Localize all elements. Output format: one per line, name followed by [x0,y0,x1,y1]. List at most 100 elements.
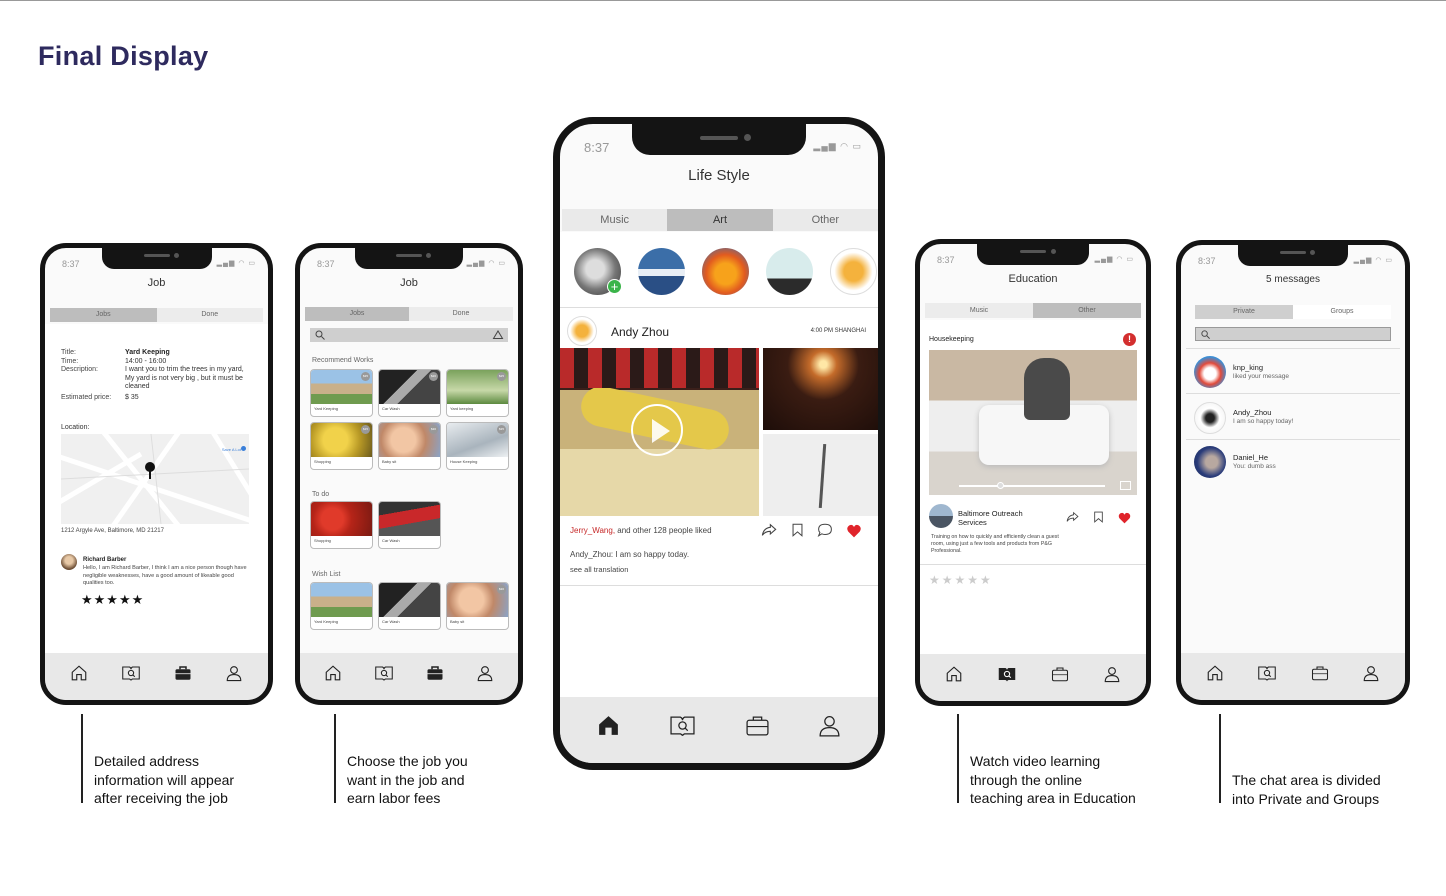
profile-icon[interactable] [817,713,842,738]
map-streets [61,434,249,524]
search-bar[interactable] [1195,327,1391,341]
message-row[interactable]: Andy_Zhou I am so happy today! [1186,395,1400,440]
briefcase-icon[interactable] [1311,664,1329,682]
home-icon[interactable] [70,664,88,682]
profile-icon[interactable] [225,664,243,682]
story-avatar[interactable] [702,248,749,295]
tab-bar: Music Art Other [562,209,878,231]
post-image-night[interactable] [763,348,878,430]
briefcase-icon[interactable] [1051,665,1069,683]
tab-other[interactable]: Other [772,209,878,231]
story-avatar[interactable] [766,248,813,295]
translation-link[interactable]: see all translation [570,565,628,574]
tab-music[interactable]: Music [925,303,1033,318]
review-stars: ★★★★★ [81,592,145,607]
profile-icon[interactable] [1103,665,1121,683]
heart-icon[interactable] [846,524,862,538]
fullscreen-icon[interactable] [1120,481,1131,490]
filter-icon[interactable] [492,329,504,341]
book-search-icon[interactable] [668,713,697,738]
book-search-icon[interactable] [997,665,1017,683]
provider-name[interactable]: Baltimore Outreach Services [958,509,1048,527]
section-wishlist: Wish List [312,571,341,578]
phone-messages: 8:37 ▂▄▆ ◠ ▭ 5 messages Private Groups k… [1176,240,1410,705]
message-row[interactable]: knp_king liked your message [1186,349,1400,394]
author-name[interactable]: Andy Zhou [611,325,669,339]
reviewer-name: Richard Barber [83,557,127,563]
share-icon[interactable] [1066,511,1079,523]
home-icon[interactable] [596,713,621,738]
alert-icon[interactable]: ! [1123,333,1136,346]
course-rating[interactable]: ★★★★★ [929,573,993,587]
price-badge: $30 [429,425,438,434]
job-card[interactable]: Car Wash [378,501,441,549]
avatar [1194,402,1226,434]
book-search-icon[interactable] [374,664,394,682]
book-search-icon[interactable] [121,664,141,682]
message-preview: liked your message [1233,373,1289,380]
profile-icon[interactable] [1362,664,1380,682]
phone-job-list: 8:37 ▂▄▆ ◠ ▭ Job Jobs Done Recommend Wor… [295,243,523,705]
briefcase-icon[interactable] [426,664,444,682]
home-icon[interactable] [1206,664,1224,682]
message-row[interactable]: Daniel_He You: dumb ass [1186,441,1400,486]
field-value: $ 35 [125,393,139,401]
heart-icon[interactable] [1118,512,1131,524]
provider-avatar[interactable] [929,504,953,528]
comment-icon[interactable] [817,523,833,537]
book-search-icon[interactable] [1257,664,1277,682]
message-preview: I am so happy today! [1233,418,1294,425]
tab-jobs[interactable]: Jobs [50,308,157,322]
job-card[interactable]: $30 Baby sit [378,422,441,470]
home-icon[interactable] [324,664,342,682]
job-card[interactable]: Yard Keeping [310,582,373,630]
job-card[interactable]: Car Wash [378,582,441,630]
divider [560,307,878,308]
tab-art[interactable]: Art [667,209,773,231]
caption-rule [1219,714,1221,803]
job-detail-body: Title: Yard Keeping Time: 14:00 - 16:00 De… [45,324,268,653]
tab-done[interactable]: Done [156,308,263,322]
job-card[interactable]: $30 Baby sit [446,582,509,630]
caption-rule [957,714,959,803]
play-button[interactable] [631,404,683,456]
tab-music[interactable]: Music [562,209,668,231]
job-card-label: Shopping [314,538,331,543]
tab-other[interactable]: Other [1033,303,1141,318]
share-icon[interactable] [761,523,777,537]
job-card[interactable]: $35 Yard Keeping [310,369,373,417]
map[interactable]: Save A Lot [61,434,249,524]
briefcase-icon[interactable] [745,713,770,738]
price-badge: $25 [497,372,506,381]
job-card[interactable]: $35 House Keeping [446,422,509,470]
bottom-nav [300,653,518,700]
education-body: Housekeeping ! Baltimore Outreach Servic… [920,320,1146,654]
phone-notch [977,244,1089,265]
tab-jobs[interactable]: Jobs [305,307,409,321]
author-avatar[interactable] [567,316,597,346]
story-avatar[interactable] [638,248,685,295]
bookmark-icon[interactable] [1093,511,1104,523]
map-place-icon [241,446,246,451]
video-progress[interactable] [959,485,1105,487]
home-icon[interactable] [945,665,963,683]
briefcase-icon[interactable] [174,664,192,682]
profile-icon[interactable] [476,664,494,682]
phone-notch [355,248,463,269]
liker-name[interactable]: Jerry_Wang, [570,526,615,535]
post-image-sketch[interactable] [763,434,878,516]
bookmark-icon[interactable] [791,523,804,537]
tab-done[interactable]: Done [409,307,513,321]
tab-private[interactable]: Private [1195,305,1293,319]
job-card[interactable]: $15 Shopping [310,422,373,470]
job-card[interactable]: $25 Yard keeping [446,369,509,417]
avatar [1194,356,1226,388]
tab-groups[interactable]: Groups [1293,305,1391,319]
search-bar[interactable] [310,328,508,342]
story-avatar[interactable] [830,248,877,295]
video-player[interactable] [929,350,1137,495]
add-story-icon[interactable]: + [607,279,622,294]
job-card[interactable]: Shopping [310,501,373,549]
progress-knob[interactable] [997,482,1004,489]
job-card[interactable]: $20 Car Wash [378,369,441,417]
